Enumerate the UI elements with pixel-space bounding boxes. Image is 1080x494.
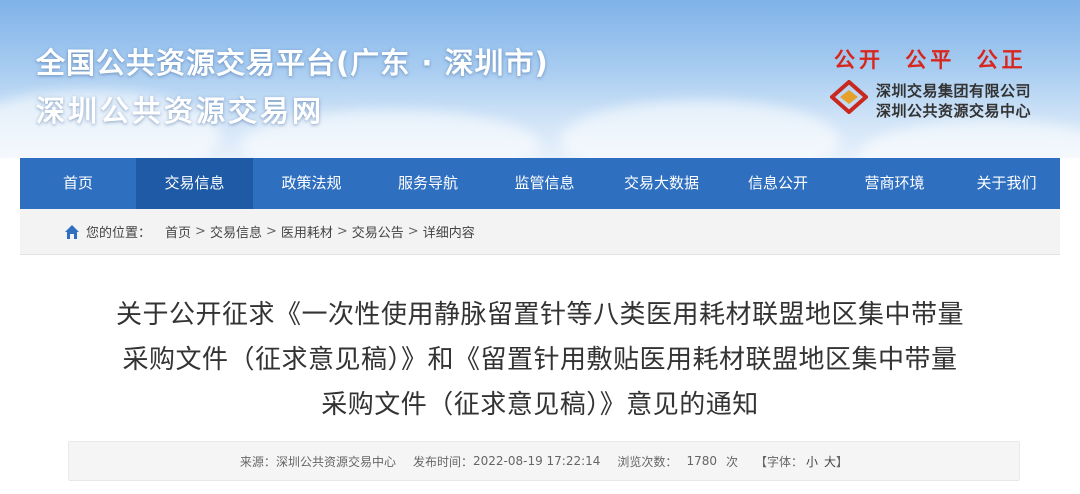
breadcrumb-separator: > (195, 224, 206, 239)
article-title: 关于公开征求《一次性使用静脉留置针等八类医用耗材联盟地区集中带量 采购文件（征求… (80, 293, 1000, 428)
font-size-close: 】 (836, 454, 849, 469)
article-meta: 来源： 深圳公共资源交易中心 发布时间： 2022-08-19 17:22:14… (68, 441, 1020, 481)
nav-item-disclosure[interactable]: 信息公开 (720, 158, 836, 209)
breadcrumb-medical-consumables[interactable]: 医用耗材 (281, 222, 333, 241)
font-size-open: 【字体： (755, 454, 804, 469)
breadcrumb-separator: > (407, 224, 419, 239)
nav-item-service-guide[interactable]: 服务导航 (370, 158, 486, 209)
site-title-line1: 全国公共资源交易平台(广东 · 深圳市) (36, 46, 549, 80)
nav-item-home[interactable]: 首页 (20, 158, 136, 209)
breadcrumb-announcements[interactable]: 交易公告 (352, 222, 404, 241)
nav-item-policy[interactable]: 政策法规 (253, 158, 370, 209)
font-large-button[interactable]: 大 (824, 453, 836, 470)
breadcrumb-home[interactable]: 首页 (165, 222, 191, 241)
breadcrumb: 您的位置： 首页 > 交易信息 > 医用耗材 > 交易公告 > 详细内容 (20, 209, 1060, 255)
main-nav: 首页 交易信息 政策法规 服务导航 监管信息 交易大数据 信息公开 营商环境 关… (20, 158, 1060, 209)
views-label: 浏览次数： (617, 454, 678, 469)
logo-icon (830, 80, 868, 114)
source-label: 来源： (239, 454, 276, 469)
org-name-group: 深圳交易集团有限公司 (876, 82, 1032, 100)
article-container: 关于公开征求《一次性使用静脉留置针等八类医用耗材联盟地区集中带量 采购文件（征求… (20, 255, 1060, 494)
cloud-decoration (560, 100, 840, 158)
nav-item-supervision[interactable]: 监管信息 (486, 158, 603, 209)
home-icon (65, 224, 79, 239)
nav-item-trading-info[interactable]: 交易信息 (136, 158, 253, 209)
breadcrumb-prefix: 您的位置： (86, 226, 152, 241)
publish-time-value: 2022-08-19 17:22:14 (472, 454, 601, 468)
header-banner: 全国公共资源交易平台(广东 · 深圳市) 深圳公共资源交易网 公开 公平 公正 … (0, 0, 1080, 158)
nav-item-big-data[interactable]: 交易大数据 (603, 158, 720, 209)
slogan: 公开 公平 公正 (834, 47, 1027, 72)
site-title-line2: 深圳公共资源交易网 (36, 94, 325, 128)
publish-time-label: 发布时间： (412, 454, 473, 469)
article-title-line: 关于公开征求《一次性使用静脉留置针等八类医用耗材联盟地区集中带量 (115, 300, 964, 330)
article-title-line: 采购文件（征求意见稿）》意见的通知 (321, 390, 759, 420)
nav-item-about[interactable]: 关于我们 (953, 158, 1060, 209)
font-small-button[interactable]: 小 (806, 453, 818, 470)
breadcrumb-separator: > (336, 224, 348, 239)
views-count: 1780 (686, 454, 717, 468)
nav-item-business-env[interactable]: 营商环境 (836, 158, 953, 209)
breadcrumb-current: 详细内容 (422, 226, 475, 241)
source-value: 深圳公共资源交易中心 (275, 454, 396, 469)
article-title-line: 采购文件（征求意见稿）》和《留置针用敷贴医用耗材联盟地区集中带量 (122, 345, 958, 375)
cloud-decoration (860, 120, 1080, 158)
breadcrumb-trading-info[interactable]: 交易信息 (210, 222, 262, 241)
org-name-center: 深圳公共资源交易中心 (876, 102, 1032, 120)
breadcrumb-separator: > (265, 224, 277, 239)
views-unit: 次 (725, 454, 738, 469)
